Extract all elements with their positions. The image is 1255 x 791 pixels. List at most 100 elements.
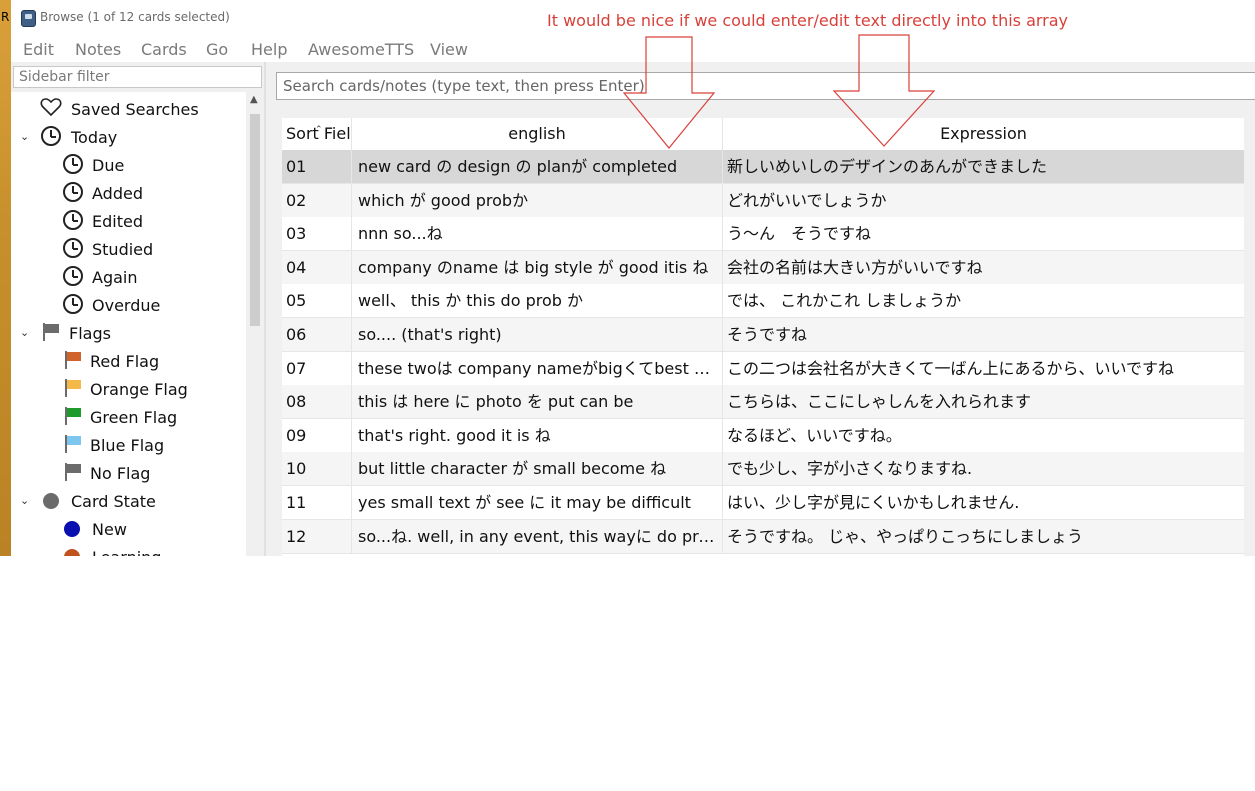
table-row[interactable]: 09 that's right. good it is ねなるほど、いいですね。 <box>282 418 1244 453</box>
table-row[interactable]: 01 new card の design の planが completed 新しい… <box>282 150 1244 184</box>
cell-expression[interactable]: こちらは、ここにしゃしんを入れられます <box>723 385 1244 418</box>
menu-help[interactable]: Help <box>251 40 287 59</box>
table-row[interactable]: 12 so...ね. well, in any event, this wayに … <box>282 519 1244 554</box>
cell-sort-field[interactable]: 04 <box>282 250 352 284</box>
menu-go[interactable]: Go <box>206 40 228 59</box>
sidebar-item-saved-searches[interactable]: Saved Searches <box>11 95 246 123</box>
menu-edit[interactable]: Edit <box>23 40 54 59</box>
cell-english[interactable]: so...ね. well, in any event, this wayに do… <box>352 519 723 553</box>
table-row[interactable]: 10 but little character が small become ねで… <box>282 452 1244 487</box>
table-row[interactable]: 06 so.... (that's right) そうですね <box>282 318 1244 352</box>
cell-sort-field[interactable]: 06 <box>282 318 352 351</box>
sidebar-item-green-flag[interactable]: Green Flag <box>11 403 246 431</box>
sidebar-item-flags[interactable]: ⌄ Flags <box>11 319 246 347</box>
cell-english[interactable]: company のname は big style が good itis ね <box>352 250 723 284</box>
cell-expression[interactable]: なるほど、いいですね。 <box>723 419 1244 452</box>
menu-view[interactable]: View <box>430 40 468 59</box>
cell-english[interactable]: these twoは company nameがbigくてbest above <box>352 351 723 385</box>
cell-expression[interactable]: はい、少し字が見にくいかもしれません. <box>723 486 1244 519</box>
sidebar-item-due[interactable]: Due <box>11 151 246 179</box>
new-state-dot-icon <box>64 521 80 537</box>
sidebar-item-label: Overdue <box>92 296 161 315</box>
sidebar-item-label: Red Flag <box>90 352 160 371</box>
sidebar-item-again[interactable]: Again <box>11 263 246 291</box>
column-header-sort-field[interactable]: ⌃ Sort Field <box>282 118 352 150</box>
table-row[interactable]: 11 yes small text が see に it may be diffi… <box>282 486 1244 520</box>
chevron-down-icon[interactable]: ⌄ <box>20 130 29 143</box>
menu-cards[interactable]: Cards <box>141 40 187 59</box>
cell-expression[interactable]: では、 これかこれ しましょうか <box>723 284 1244 317</box>
cell-expression[interactable]: そうですね <box>723 318 1244 351</box>
sidebar-item-label: Again <box>92 268 138 287</box>
cell-expression[interactable]: そうですね。 じゃ、やっぱりこっちにしましょう <box>723 520 1244 553</box>
cell-english[interactable]: new card の design の planが completed <box>352 150 723 183</box>
sidebar-item-orange-flag[interactable]: Orange Flag <box>11 375 246 403</box>
cell-sort-field[interactable]: 10 <box>282 452 352 486</box>
sidebar-item-red-flag[interactable]: Red Flag <box>11 347 246 375</box>
menu-notes[interactable]: Notes <box>75 40 121 59</box>
cell-english[interactable]: yes small text が see に it may be difficu… <box>352 486 723 519</box>
sidebar-item-new[interactable]: New <box>11 515 246 543</box>
cell-expression[interactable]: う〜ん そうですね <box>723 217 1244 250</box>
cell-english[interactable]: which が good probか <box>352 183 723 217</box>
sidebar-splitter[interactable] <box>264 62 266 556</box>
window-title: Browse (1 of 12 cards selected) <box>40 10 230 24</box>
sidebar-item-label: Studied <box>92 240 154 259</box>
cell-english[interactable]: nnn so...ね <box>352 217 723 251</box>
sidebar-item-learning[interactable]: Learning <box>11 543 246 556</box>
menu-bar: Edit Notes Cards Go Help AwesomeTTS View <box>11 34 1255 62</box>
chevron-down-icon[interactable]: ⌄ <box>20 326 29 339</box>
cell-sort-field[interactable]: 11 <box>282 486 352 519</box>
table-row[interactable]: 05 well、 this か this do prob かでは、 これかこれ し… <box>282 284 1244 319</box>
cell-english[interactable]: but little character が small become ね <box>352 452 723 486</box>
cell-sort-field[interactable]: 03 <box>282 217 352 251</box>
clock-icon <box>63 154 83 174</box>
cell-sort-field[interactable]: 07 <box>282 351 352 385</box>
column-header-expression[interactable]: Expression <box>723 118 1244 150</box>
clock-icon <box>63 294 83 314</box>
cell-sort-field[interactable]: 08 <box>282 385 352 419</box>
table-row[interactable]: 08 this は here に photo を put can be こちらは、こ… <box>282 385 1244 420</box>
sidebar-item-card-state[interactable]: ⌄ Card State <box>11 487 246 515</box>
cell-expression[interactable]: でも少し、字が小さくなりますね. <box>723 452 1244 485</box>
cell-sort-field[interactable]: 05 <box>282 284 352 318</box>
sidebar-item-blue-flag[interactable]: Blue Flag <box>11 431 246 459</box>
table-row[interactable]: 04 company のname は big style が good itis … <box>282 250 1244 285</box>
sidebar-tree: Saved Searches ⌄ Today Due Added Edited <box>11 92 246 556</box>
cell-sort-field[interactable]: 02 <box>282 183 352 217</box>
table-row[interactable]: 07 these twoは company nameがbigくてbest abov… <box>282 351 1244 386</box>
sidebar-item-label: Due <box>92 156 125 175</box>
scrollbar-thumb[interactable] <box>250 114 260 326</box>
sidebar-item-no-flag[interactable]: No Flag <box>11 459 246 487</box>
sidebar-item-overdue[interactable]: Overdue <box>11 291 246 319</box>
cell-english[interactable]: well、 this か this do prob か <box>352 284 723 318</box>
sidebar-scrollbar[interactable]: ▲ <box>246 92 264 556</box>
search-input[interactable]: Search cards/notes (type text, then pres… <box>276 72 1255 100</box>
sidebar-item-studied[interactable]: Studied <box>11 235 246 263</box>
chevron-down-icon[interactable]: ⌄ <box>20 494 29 507</box>
sidebar-filter-input[interactable]: Sidebar filter <box>13 66 262 88</box>
cell-expression[interactable]: どれがいいでしょうか <box>723 184 1244 217</box>
cell-expression[interactable]: この二つは会社名が大きくて一ばん上にあるから、いいですね <box>723 352 1244 385</box>
cell-english[interactable]: that's right. good it is ね <box>352 418 723 452</box>
cell-english[interactable]: so.... (that's right) <box>352 318 723 351</box>
cell-english[interactable]: this は here に photo を put can be <box>352 385 723 419</box>
sidebar-item-today[interactable]: ⌄ Today <box>11 123 246 151</box>
cell-sort-field[interactable]: 09 <box>282 418 352 452</box>
heart-icon <box>40 98 62 117</box>
scroll-up-arrow-icon[interactable]: ▲ <box>250 94 258 105</box>
menu-awesometts[interactable]: AwesomeTTS <box>308 40 414 59</box>
green-flag-icon <box>65 407 81 425</box>
table-row[interactable]: 03 nnn so...ね う〜ん そうですね <box>282 217 1244 252</box>
sidebar-item-label: No Flag <box>90 464 151 483</box>
cell-expression[interactable]: 会社の名前は大きい方がいいですね <box>723 251 1244 284</box>
cell-sort-field[interactable]: 12 <box>282 519 352 553</box>
column-header-english[interactable]: english <box>352 118 723 150</box>
sidebar-item-edited[interactable]: Edited <box>11 207 246 235</box>
card-table: ⌃ Sort Field english Expression 01new ca… <box>282 118 1244 556</box>
sidebar-item-added[interactable]: Added <box>11 179 246 207</box>
cell-sort-field[interactable]: 01 <box>282 150 352 183</box>
clock-icon <box>63 238 83 258</box>
table-row[interactable]: 02 which が good probか どれがいいでしょうか <box>282 183 1244 218</box>
cell-expression[interactable]: 新しいめいしのデザインのあんができました <box>723 150 1244 183</box>
